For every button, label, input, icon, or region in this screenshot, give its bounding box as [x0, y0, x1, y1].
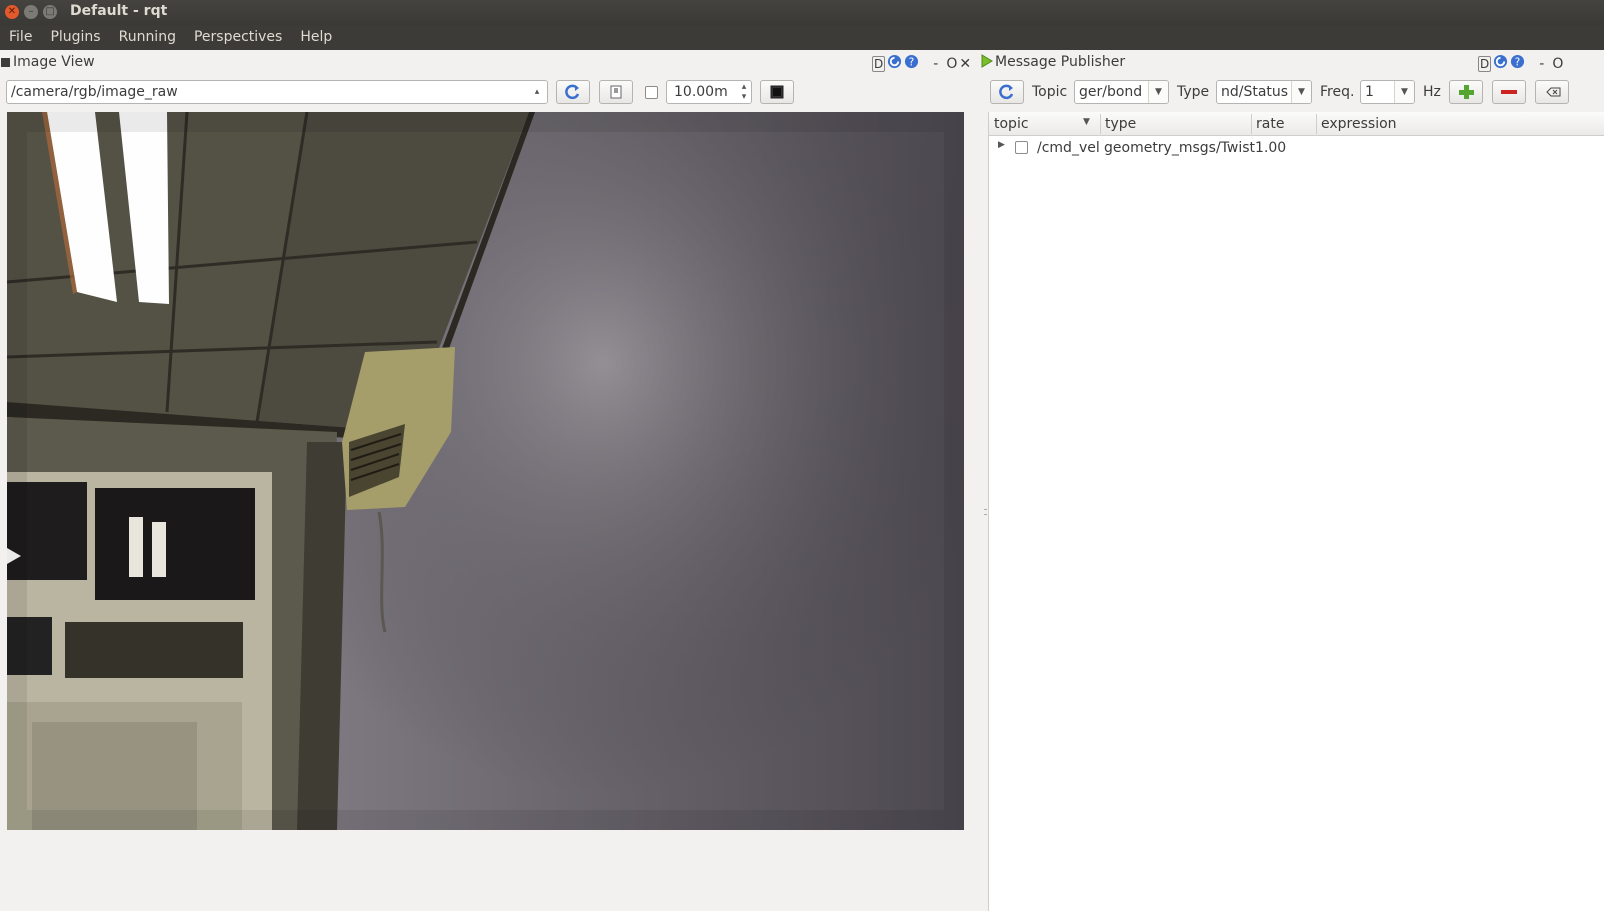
- remove-publisher-button[interactable]: [1492, 80, 1526, 104]
- pane-splitter[interactable]: [984, 112, 986, 911]
- add-publisher-button[interactable]: [1449, 80, 1483, 104]
- image-view-float-button[interactable]: O: [946, 56, 957, 72]
- column-type-header[interactable]: type: [1105, 116, 1136, 132]
- chevron-down-icon: ▼: [1394, 81, 1414, 103]
- chevron-down-icon: ▼: [1148, 81, 1168, 103]
- image-view-close-button[interactable]: ✕: [959, 56, 971, 72]
- refresh-icon: [999, 84, 1014, 100]
- window-title: Default - rqt: [70, 3, 168, 19]
- menu-perspectives[interactable]: Perspectives: [185, 25, 291, 50]
- row-enable-checkbox[interactable]: [1015, 141, 1028, 154]
- type-select-value: nd/Status: [1221, 84, 1289, 100]
- row-rate[interactable]: 1.00: [1255, 140, 1286, 156]
- publisher-help-icon[interactable]: ?: [1510, 54, 1525, 73]
- publisher-tree[interactable]: topic ▼ type rate expression ▶ /cmd_vel …: [988, 112, 1604, 911]
- menu-file[interactable]: File: [0, 25, 41, 50]
- menu-running[interactable]: Running: [110, 25, 185, 50]
- column-expression-header[interactable]: expression: [1321, 116, 1397, 132]
- freq-label: Freq.: [1320, 84, 1355, 100]
- window-close-button[interactable]: ✕: [5, 5, 19, 19]
- square-icon: [770, 85, 784, 99]
- expand-arrow-icon[interactable]: ▶: [998, 140, 1005, 150]
- topic-select[interactable]: ger/bond ▼: [1074, 80, 1169, 104]
- chevron-down-icon: ▼: [1291, 81, 1311, 103]
- save-icon: [610, 85, 622, 99]
- column-rate-header[interactable]: rate: [1256, 116, 1284, 132]
- plus-icon: [1459, 85, 1474, 99]
- image-view-help-icon[interactable]: ?: [904, 54, 919, 73]
- title-bar: ✕ – □ Default - rqt: [0, 0, 1604, 25]
- image-topic-value: /camera/rgb/image_raw: [11, 84, 178, 100]
- image-topic-select[interactable]: /camera/rgb/image_raw ▴: [6, 80, 548, 104]
- menu-help[interactable]: Help: [291, 25, 341, 50]
- publisher-refresh-button[interactable]: [990, 80, 1024, 104]
- type-label: Type: [1177, 84, 1210, 100]
- save-image-button[interactable]: [599, 80, 633, 104]
- hz-label: Hz: [1423, 84, 1441, 100]
- topic-select-value: ger/bond: [1079, 84, 1143, 100]
- clear-icon: [1546, 87, 1561, 97]
- publisher-dock-d-icon[interactable]: D: [1478, 55, 1492, 72]
- updown-arrow-icon: ▴: [527, 81, 547, 103]
- play-icon: [980, 53, 994, 73]
- topic-label: Topic: [1032, 84, 1068, 100]
- type-select[interactable]: nd/Status ▼: [1216, 80, 1312, 104]
- svg-text:?: ?: [1515, 56, 1520, 68]
- image-view-minimize-button[interactable]: -: [933, 56, 938, 72]
- freq-select-value: 1: [1365, 84, 1374, 100]
- publisher-reload-icon[interactable]: [1493, 54, 1508, 73]
- publisher-minimize-button[interactable]: -: [1539, 56, 1544, 72]
- refresh-icon: [565, 84, 580, 100]
- sort-down-icon: ▼: [1083, 117, 1090, 127]
- image-view-dock-d-icon[interactable]: D: [872, 55, 886, 72]
- minus-icon: [1501, 90, 1517, 94]
- freq-select[interactable]: 1 ▼: [1360, 80, 1415, 104]
- fit-image-button[interactable]: [760, 80, 794, 104]
- image-refresh-button[interactable]: [556, 80, 590, 104]
- menu-plugins[interactable]: Plugins: [41, 25, 109, 50]
- publisher-tree-header: topic ▼ type rate expression: [989, 112, 1604, 136]
- message-publisher-title: Message Publisher: [995, 54, 1126, 70]
- image-view-title: Image View: [13, 54, 95, 70]
- svg-text:?: ?: [909, 56, 914, 68]
- table-row[interactable]: ▶ /cmd_vel geometry_msgs/Twist 1.00: [989, 136, 1604, 160]
- image-view-reload-icon[interactable]: [887, 54, 902, 73]
- spin-arrows-icon[interactable]: ▴ ▾: [737, 81, 751, 103]
- menu-bar: File Plugins Running Perspectives Help: [0, 25, 1604, 50]
- zoom-spinbox[interactable]: 10.00m ▴ ▾: [666, 80, 752, 104]
- row-topic: /cmd_vel: [1037, 140, 1100, 156]
- row-type: geometry_msgs/Twist: [1104, 140, 1256, 156]
- smooth-scaling-checkbox[interactable]: [645, 86, 658, 99]
- image-view-plugin-icon: [1, 58, 10, 67]
- window-maximize-button[interactable]: □: [43, 5, 57, 19]
- publisher-float-button[interactable]: O: [1552, 56, 1563, 72]
- camera-image: [7, 112, 964, 830]
- zoom-value: 10.00m: [674, 84, 728, 100]
- column-topic-header[interactable]: topic: [994, 116, 1029, 132]
- window-minimize-button[interactable]: –: [24, 5, 38, 19]
- clear-button[interactable]: [1535, 80, 1569, 104]
